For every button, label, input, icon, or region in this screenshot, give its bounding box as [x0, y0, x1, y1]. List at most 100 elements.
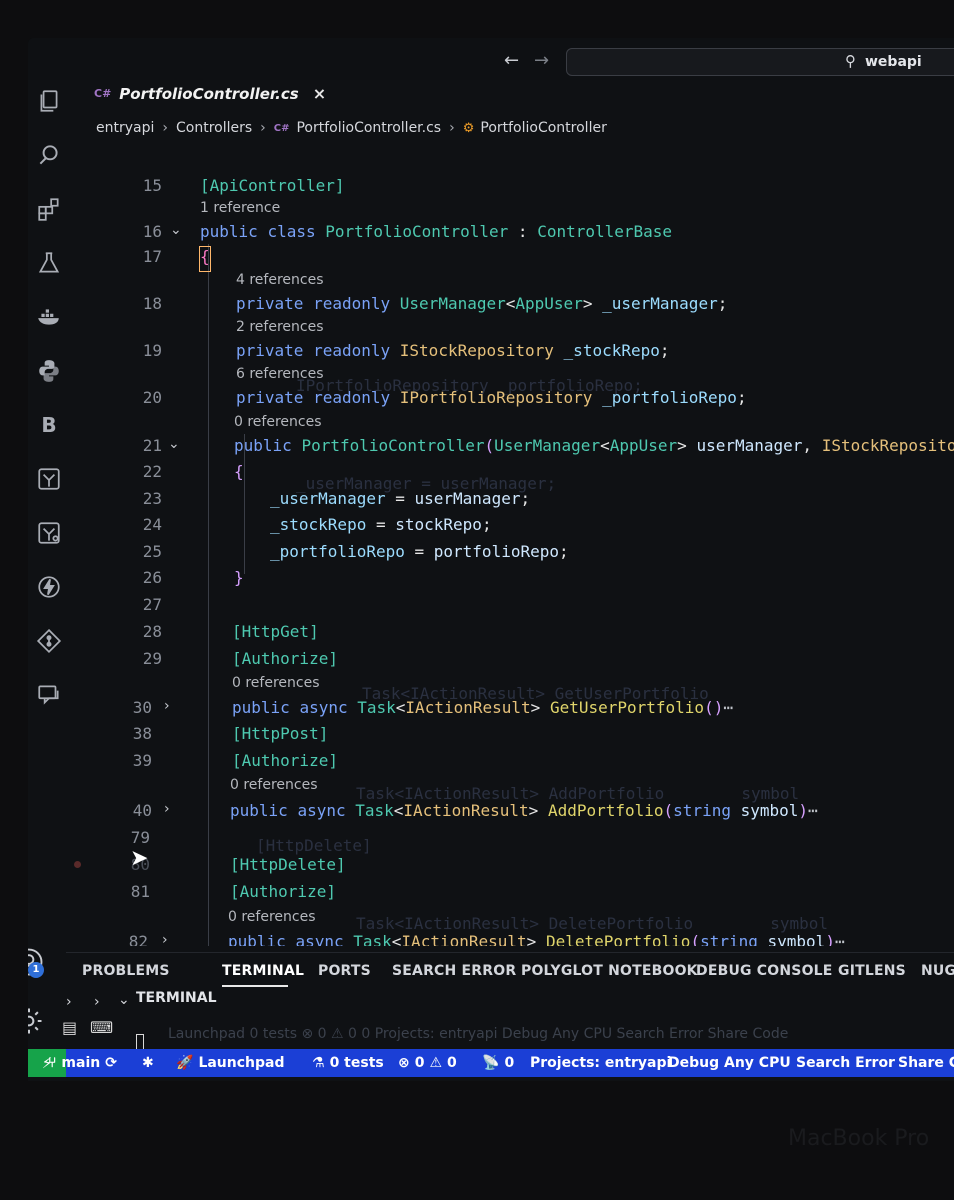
generic-close-token: >: [528, 801, 539, 820]
keyword-token: public: [234, 436, 292, 455]
code-line: [HttpGet]: [232, 622, 319, 641]
code-line: {: [234, 462, 244, 481]
line-number: 38: [132, 724, 152, 743]
status-reflection: Launchpad 0 tests ⊗ 0 ⚠ 0 0 Projects: en…: [168, 1026, 789, 1042]
breakpoint-hint-icon[interactable]: [74, 861, 81, 868]
interface-token: IStockRepository: [399, 341, 554, 360]
search-error-status[interactable]: Search Error: [796, 1055, 895, 1071]
code-editor[interactable]: IPortfolioRepository _portfolioRepo; _us…: [66, 134, 954, 946]
chevron-right-icon[interactable]: ›: [164, 698, 170, 714]
folded-ellipsis[interactable]: ⋯: [808, 801, 818, 820]
editor-tab-portfoliocontroller[interactable]: C# PortfolioController.cs ×: [94, 84, 326, 103]
tab-ports[interactable]: PORTS: [318, 963, 371, 979]
tab-search-error[interactable]: SEARCH ERROR: [392, 963, 516, 979]
chevron-right-icon[interactable]: ›: [94, 994, 100, 1010]
extensions-icon[interactable]: [34, 194, 64, 224]
branch-name: main: [61, 1055, 101, 1071]
keyword-token: readonly: [313, 294, 391, 313]
field-token: _stockRepo: [563, 341, 660, 360]
csharp-file-icon: C#: [273, 122, 290, 134]
problems-status[interactable]: ⊗ 0 ⚠ 0: [398, 1055, 457, 1071]
explorer-icon[interactable]: [34, 86, 64, 116]
code-line: [ApiController]: [200, 176, 345, 195]
chevron-down-icon[interactable]: ⌄: [168, 436, 180, 452]
lightning-icon[interactable]: [34, 572, 64, 602]
terminal-icon[interactable]: ⌨: [90, 1018, 113, 1037]
assign-token: =: [404, 542, 434, 561]
tab-polyglot-notebook[interactable]: POLYGLOT NOTEBOOK: [521, 963, 698, 979]
folded-ellipsis[interactable]: ⋯: [723, 698, 733, 717]
brace-token: }: [234, 568, 244, 587]
line-number: 40: [132, 801, 152, 820]
codelens-references[interactable]: 1 reference: [200, 200, 280, 216]
generic-close-token: >: [677, 436, 687, 455]
codelens-references[interactable]: 4 references: [236, 272, 324, 288]
tab-problems[interactable]: PROBLEMS: [82, 963, 170, 979]
comma-token: ,: [802, 436, 813, 455]
chevron-right-icon[interactable]: ›: [66, 994, 72, 1010]
back-arrow-icon[interactable]: ←: [504, 50, 519, 71]
launchpad-status[interactable]: 🚀 Launchpad: [176, 1055, 285, 1071]
parameter-token: userManager: [696, 436, 803, 455]
line-number: 17: [142, 247, 162, 266]
codelens-references[interactable]: 6 references: [236, 366, 324, 382]
folded-ellipsis[interactable]: ⋯: [835, 932, 845, 946]
code-line: public PortfolioController(UserManager<A…: [234, 436, 954, 455]
macbook-label: MacBook Pro: [788, 1126, 930, 1151]
active-tab-underline: [222, 985, 288, 987]
line-number: 19: [142, 341, 162, 360]
paren-token: (): [704, 698, 724, 717]
forward-arrow-icon[interactable]: →: [534, 50, 549, 71]
type-token: UserManager: [399, 294, 506, 313]
keyword-token: async: [299, 698, 348, 717]
sync-icon: ⟳: [105, 1055, 117, 1071]
launchpad-label: Launchpad: [198, 1055, 285, 1071]
tab-debug-console[interactable]: DEBUG CONSOLE: [696, 963, 833, 979]
list-icon[interactable]: ▤: [62, 1018, 77, 1037]
share-code-status[interactable]: Share Co: [898, 1055, 954, 1071]
tab-gitlens[interactable]: GITLENS: [838, 963, 906, 979]
interface-token: IActionResult: [401, 932, 527, 946]
branch-status[interactable]: ⑂ main ⟳: [48, 1055, 117, 1071]
gear-icon[interactable]: [28, 1004, 66, 1040]
chevron-right-icon[interactable]: ›: [164, 801, 170, 817]
search-error-label: Search Error: [796, 1055, 895, 1071]
keyword-token: public: [228, 932, 286, 946]
chevron-down-icon[interactable]: ⌄: [170, 222, 182, 238]
tab-nuget[interactable]: NUGET: [921, 963, 954, 979]
tree-view-2-icon[interactable]: [34, 518, 64, 548]
codelens-references[interactable]: 0 references: [232, 675, 320, 691]
git-icon[interactable]: [34, 626, 64, 656]
projects-status[interactable]: Projects: entryapi: [530, 1055, 671, 1071]
codelens-references[interactable]: 0 references: [228, 909, 316, 925]
tree-view-icon[interactable]: [34, 464, 64, 494]
codelens-references[interactable]: 0 references: [230, 777, 318, 793]
tests-status[interactable]: ⚗ 0 tests: [312, 1055, 384, 1071]
chevron-right-icon[interactable]: ›: [162, 932, 168, 946]
chevron-down-icon[interactable]: ⌄: [118, 992, 130, 1008]
debug-config-status[interactable]: Debug Any CPU: [668, 1055, 791, 1071]
generic-open-token: <: [393, 801, 404, 820]
close-icon[interactable]: ×: [313, 84, 326, 103]
ports-status[interactable]: 📡 0: [482, 1055, 514, 1071]
keyword-token: private: [236, 388, 304, 407]
generic-open-token: <: [395, 698, 406, 717]
codelens-references[interactable]: 2 references: [236, 319, 324, 335]
tab-terminal[interactable]: TERMINAL: [222, 963, 304, 979]
docker-icon[interactable]: [34, 302, 64, 332]
command-search-box[interactable]: ⚲ webapi: [566, 48, 954, 76]
code-line: private readonly IPortfolioRepository _p…: [236, 388, 747, 407]
interface-token: IActionResult: [405, 698, 531, 717]
python-icon[interactable]: [34, 356, 64, 386]
b-extension-icon[interactable]: B: [34, 410, 64, 440]
chat-icon[interactable]: [34, 680, 64, 710]
search-icon[interactable]: [34, 140, 64, 170]
paren-token: (: [663, 801, 674, 820]
codelens-references[interactable]: 0 references: [234, 414, 322, 430]
activity-bar: B: [28, 80, 66, 1031]
git-branch-icon: ⑂: [48, 1055, 57, 1071]
keyword-token: async: [295, 932, 344, 946]
testing-flask-icon[interactable]: [34, 248, 64, 278]
ai-icon[interactable]: ✱: [142, 1055, 154, 1071]
semicolon-token: ;: [659, 341, 670, 360]
